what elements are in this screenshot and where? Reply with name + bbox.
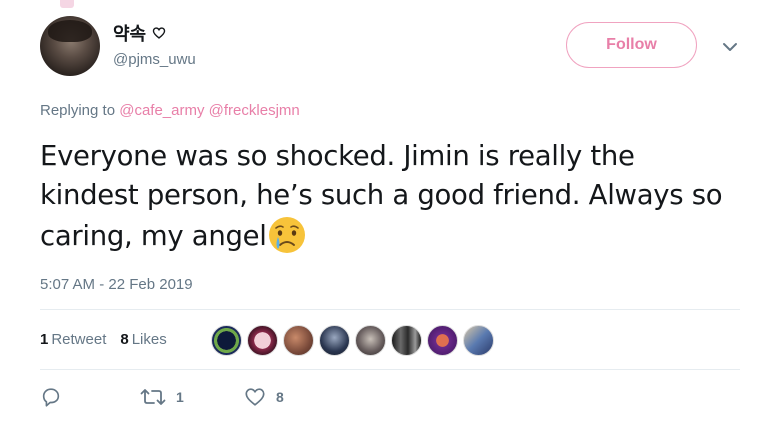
liker-avatar[interactable] xyxy=(247,325,278,356)
tweet-timestamp[interactable]: 5:07 AM - 22 Feb 2019 xyxy=(40,276,193,293)
liker-avatar[interactable] xyxy=(391,325,422,356)
tweet-body: Everyone was so shocked. Jimin is really… xyxy=(40,140,723,252)
likes-count: 8 xyxy=(120,331,129,348)
tweet-actions: 1 8 xyxy=(40,386,284,408)
retweets-label: Retweet xyxy=(51,331,107,348)
likers-avatars xyxy=(211,325,494,356)
liker-avatar[interactable] xyxy=(283,325,314,356)
replying-prefix: Replying to xyxy=(40,102,116,119)
like-button[interactable]: 8 xyxy=(244,386,284,408)
retweets-stat[interactable]: 1 Retweet xyxy=(40,331,106,348)
retweet-icon xyxy=(140,389,166,405)
heart-outline-icon xyxy=(152,27,166,39)
divider xyxy=(40,309,740,310)
liker-avatar[interactable] xyxy=(355,325,386,356)
like-count: 8 xyxy=(276,389,284,405)
tweet-stats: 1 Retweet 8 Likes xyxy=(40,331,167,348)
tweet-text: Everyone was so shocked. Jimin is really… xyxy=(40,137,740,256)
retweet-button[interactable]: 1 xyxy=(140,386,244,408)
replying-to-line: Replying to @cafe_army @frecklesjmn xyxy=(40,102,300,119)
reply-icon xyxy=(42,388,60,407)
top-edge-mark xyxy=(60,0,74,8)
divider xyxy=(40,369,740,370)
likes-stat[interactable]: 8 Likes xyxy=(120,331,166,348)
display-name[interactable]: 약속 xyxy=(113,20,146,46)
mention-link[interactable]: @cafe_army xyxy=(119,102,204,119)
liker-avatar[interactable] xyxy=(319,325,350,356)
likes-label: Likes xyxy=(131,331,167,348)
liker-avatar[interactable] xyxy=(427,325,458,356)
liker-avatar[interactable] xyxy=(463,325,494,356)
mention-link[interactable]: @frecklesjmn xyxy=(209,102,300,119)
follow-button[interactable]: Follow xyxy=(566,22,697,68)
user-handle[interactable]: @pjms_uwu xyxy=(113,51,196,68)
chevron-down-icon[interactable] xyxy=(722,40,738,54)
like-icon xyxy=(245,388,265,406)
liker-avatar[interactable] xyxy=(211,325,242,356)
reply-button[interactable] xyxy=(40,386,140,408)
avatar[interactable] xyxy=(40,16,100,76)
retweet-count: 1 xyxy=(176,389,184,405)
display-name-row[interactable]: 약속 xyxy=(113,20,166,46)
crying-face-emoji xyxy=(268,217,305,253)
retweets-count: 1 xyxy=(40,331,49,348)
